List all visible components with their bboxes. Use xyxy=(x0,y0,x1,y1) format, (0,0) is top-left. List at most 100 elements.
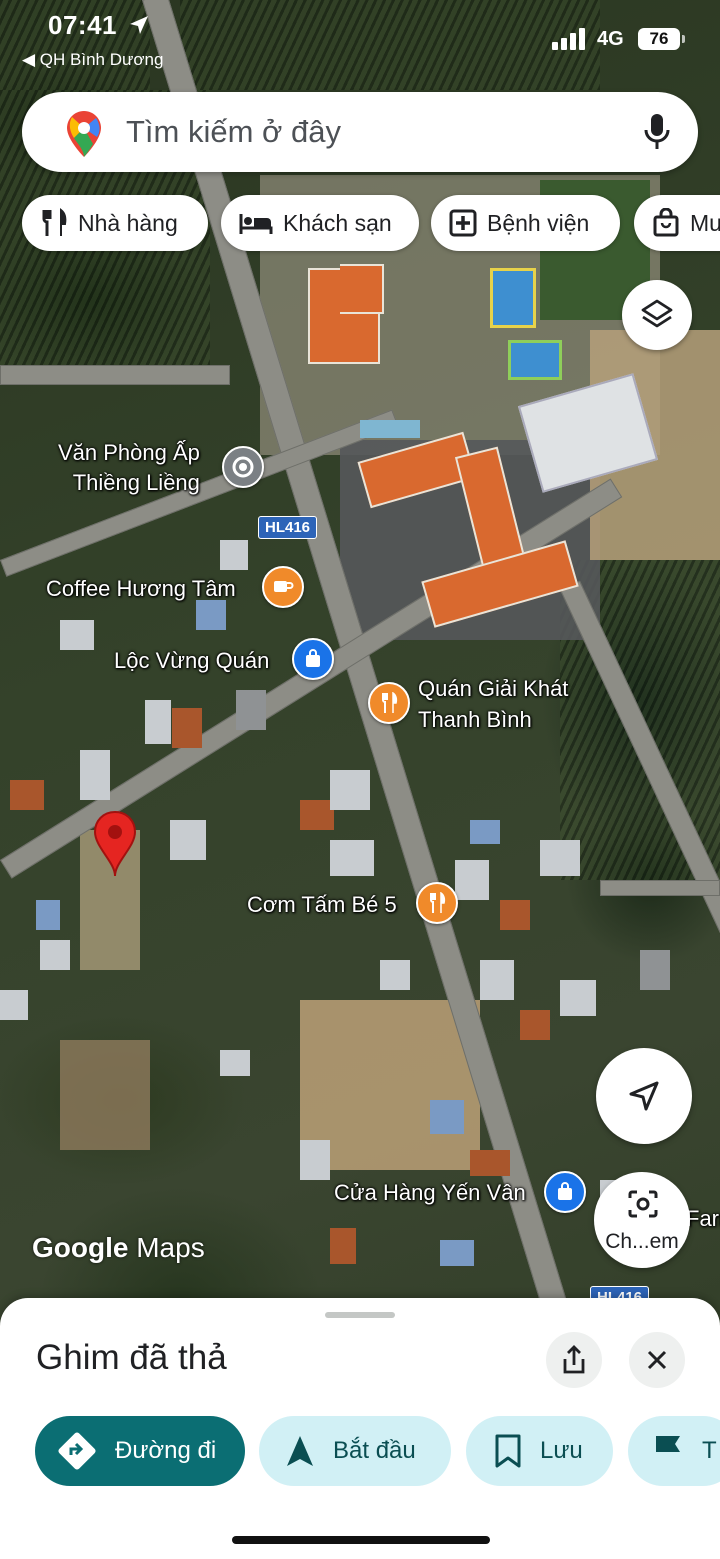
house xyxy=(300,800,334,830)
house xyxy=(640,950,670,990)
chip-label: Nhà hàng xyxy=(78,209,178,236)
my-location-button[interactable] xyxy=(596,1048,692,1144)
house xyxy=(430,1100,464,1134)
shopping-bag-icon xyxy=(653,208,679,237)
more-action-button[interactable]: T xyxy=(628,1416,720,1486)
google-maps-logo-icon xyxy=(67,111,101,157)
chip-label: Khách sạn xyxy=(283,209,392,236)
search-bar[interactable] xyxy=(22,92,698,172)
house xyxy=(36,900,60,930)
coffee-icon[interactable] xyxy=(262,566,304,608)
house xyxy=(220,1050,250,1076)
sheet-title: Ghim đã thả xyxy=(36,1338,227,1377)
close-icon xyxy=(647,1350,667,1370)
layers-icon xyxy=(641,299,673,328)
bottom-sheet[interactable]: Ghim đã thả Đường đi Bắt đầu Lưu T xyxy=(0,1298,720,1559)
bare-land xyxy=(60,1040,150,1150)
place-label-farm[interactable]: Farm xyxy=(686,1206,720,1232)
lens-search-button[interactable]: Ch...em xyxy=(594,1172,690,1268)
category-chips: Nhà hàng Khách sạn Bệnh viện Mu xyxy=(22,195,720,251)
chip-hotels[interactable]: Khách sạn xyxy=(221,195,419,251)
house xyxy=(196,600,226,630)
tennis-court xyxy=(508,340,562,380)
house xyxy=(380,960,410,990)
lens-label: Ch...em xyxy=(605,1230,679,1253)
house xyxy=(520,1010,550,1040)
house xyxy=(330,840,374,876)
house xyxy=(80,750,110,800)
house xyxy=(470,1150,510,1176)
battery-icon: 76 xyxy=(638,28,680,50)
save-button[interactable]: Lưu xyxy=(466,1416,613,1486)
shopping-bag-icon[interactable] xyxy=(292,638,334,680)
house xyxy=(300,1140,330,1180)
house xyxy=(220,540,248,570)
house xyxy=(172,708,202,748)
tennis-court xyxy=(490,268,536,328)
road xyxy=(0,365,230,385)
house xyxy=(470,820,500,844)
chip-restaurants[interactable]: Nhà hàng xyxy=(22,195,208,251)
bookmark-icon xyxy=(495,1434,521,1468)
chip-shopping[interactable]: Mu xyxy=(634,195,720,251)
place-label-loc-vung[interactable]: Lộc Vừng Quán xyxy=(114,648,269,674)
building-roof xyxy=(340,264,384,314)
shopping-bag-icon[interactable] xyxy=(544,1171,586,1213)
home-indicator[interactable] xyxy=(232,1536,490,1544)
back-to-app-link[interactable]: ◀ QH Bình Dương xyxy=(22,50,163,70)
location-arrow-icon xyxy=(130,16,148,34)
directions-button[interactable]: Đường đi xyxy=(35,1416,245,1486)
place-label-van-phong[interactable]: Văn Phòng Ấp Thiềng Liềng xyxy=(58,438,200,498)
action-label: Lưu xyxy=(540,1437,583,1464)
hospital-icon xyxy=(449,209,477,237)
building xyxy=(360,420,420,438)
place-label-com-tam[interactable]: Cơm Tấm Bé 5 xyxy=(247,892,397,918)
signal-icon xyxy=(552,28,585,50)
action-label: Bắt đầu xyxy=(333,1437,416,1464)
network-type: 4G xyxy=(597,28,624,50)
house xyxy=(500,900,530,930)
place-label-cua-hang-yen-van[interactable]: Cửa Hàng Yến Vân xyxy=(334,1180,526,1206)
place-label-coffee[interactable]: Coffee Hương Tâm xyxy=(46,576,236,602)
camera-icon xyxy=(628,1190,658,1218)
road-badge-hl416: HL416 xyxy=(258,516,318,539)
house xyxy=(440,1240,474,1266)
place-label-quan-giai-khat[interactable]: Quán Giải Khát Thanh Bình xyxy=(418,673,568,735)
navigation-arrow-icon xyxy=(629,1081,659,1111)
house xyxy=(145,700,171,744)
action-label: T xyxy=(702,1437,717,1464)
drag-handle[interactable] xyxy=(325,1312,395,1318)
office-pin-icon[interactable] xyxy=(222,446,264,488)
chip-label: Bệnh viện xyxy=(487,209,590,236)
house xyxy=(455,860,489,900)
dropped-pin-icon[interactable] xyxy=(92,810,138,878)
house xyxy=(40,940,70,970)
navigation-arrow-icon xyxy=(287,1436,313,1466)
house xyxy=(60,620,94,650)
chip-hospitals[interactable]: Bệnh viện xyxy=(431,195,620,251)
chip-label: Mu xyxy=(690,209,720,236)
start-button[interactable]: Bắt đầu xyxy=(259,1416,451,1486)
action-buttons: Đường đi Bắt đầu Lưu T xyxy=(0,1416,720,1486)
house xyxy=(560,980,596,1016)
share-button[interactable] xyxy=(546,1332,602,1388)
status-bar: 07:41 ◀ QH Bình Dương 4G 76 xyxy=(0,0,720,80)
house xyxy=(170,820,206,860)
fork-knife-icon xyxy=(42,208,67,236)
search-input[interactable] xyxy=(126,112,626,152)
layers-button[interactable] xyxy=(622,280,692,350)
bed-icon xyxy=(239,214,273,234)
house xyxy=(480,960,514,1000)
road xyxy=(600,880,720,896)
house xyxy=(540,840,580,876)
fork-knife-icon[interactable] xyxy=(368,682,410,724)
house xyxy=(10,780,44,810)
fork-knife-icon[interactable] xyxy=(416,882,458,924)
close-button[interactable] xyxy=(629,1332,685,1388)
battery-tip xyxy=(682,35,685,43)
share-icon xyxy=(563,1345,585,1374)
google-maps-watermark: Google Maps xyxy=(32,1232,205,1263)
house xyxy=(330,1228,356,1264)
directions-icon xyxy=(58,1432,96,1470)
mic-icon[interactable] xyxy=(642,112,672,152)
